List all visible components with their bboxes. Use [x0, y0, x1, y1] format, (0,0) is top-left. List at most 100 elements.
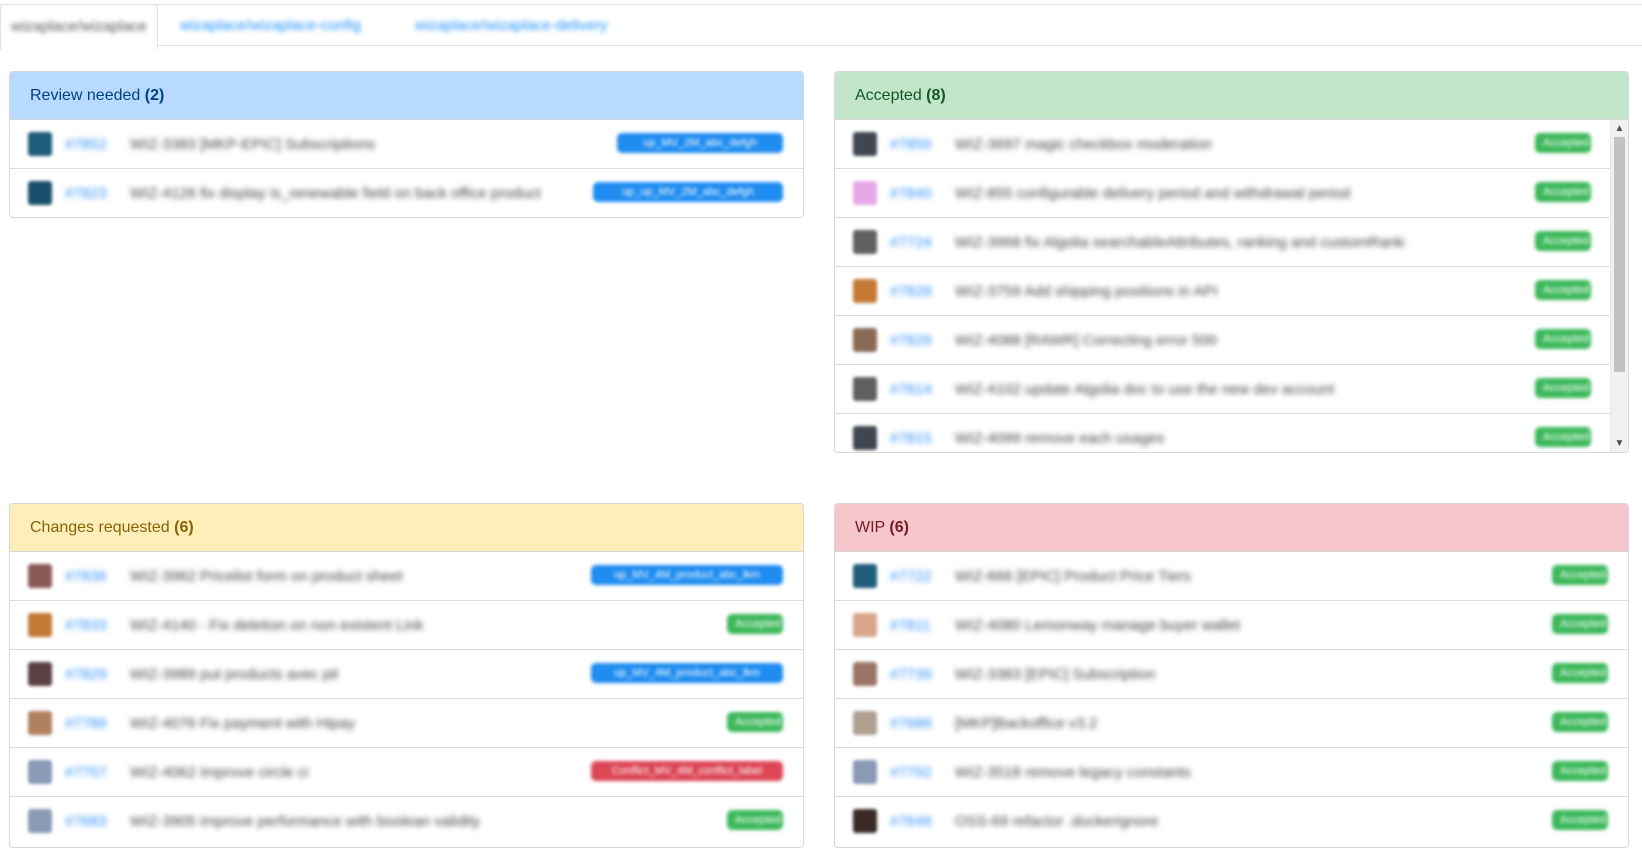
status-badge: Conflict_MV_4M_conflict_label	[591, 761, 783, 781]
pr-row[interactable]: #7792 WIZ-3518 remove legacy constants Acc…	[835, 748, 1628, 797]
panel-review-needed: Review needed (2) #7852 WIZ-3383 [MKP-EPI…	[9, 71, 804, 218]
pr-list: #7852 WIZ-3383 [MKP-EPIC] Subscriptions up…	[10, 120, 803, 217]
status-badge: up_MV_4M_product_abc_lkm	[591, 663, 783, 683]
pr-title: WIZ-4126 fix display is_renewable field …	[130, 185, 541, 202]
pr-number-link[interactable]: #7836	[65, 552, 107, 601]
pr-title: WIZ-3759 Add shipping positions in API	[955, 283, 1218, 300]
pr-number-link[interactable]: #7724	[890, 218, 932, 267]
avatar	[853, 279, 877, 303]
avatar	[28, 760, 52, 784]
pr-row[interactable]: #7739 WIZ-3383 [EPIC] Subscription Accepte…	[835, 650, 1628, 699]
pr-row[interactable]: #7757 WIZ-4062 Improve circle ci Conflict_…	[10, 748, 803, 797]
pr-list: #7836 WIZ-3962 Pricelist form on product …	[10, 552, 803, 846]
pr-row[interactable]: #7850 WIZ-3697 magic checkbox moderation A…	[835, 120, 1628, 169]
pr-number-link[interactable]: #7833	[65, 601, 107, 650]
pr-title: WIZ-3518 remove legacy constants	[955, 764, 1191, 781]
pr-row[interactable]: #7814 WIZ-4102 update Algolia doc to use …	[835, 365, 1628, 414]
pr-title: WIZ-4080 Lemonway manage buyer wallet	[955, 617, 1241, 634]
avatar	[853, 377, 877, 401]
pr-number-link[interactable]: #7757	[65, 748, 107, 797]
pr-title: WIZ-4099 remove each usages	[955, 430, 1165, 447]
status-badge: Accepted	[1552, 761, 1608, 781]
panel-count: (6)	[889, 519, 909, 536]
pr-title: WIZ-4076 Fix payment with Hipay	[130, 715, 356, 732]
vertical-scrollbar[interactable]: ▲ ▼	[1610, 120, 1628, 452]
scroll-up-arrow-icon[interactable]: ▲	[1611, 120, 1628, 137]
scroll-area[interactable]: #7850 WIZ-3697 magic checkbox moderation A…	[835, 120, 1628, 452]
status-badge: Accepted	[1535, 182, 1591, 202]
pr-row[interactable]: #7840 WIZ-855 configurable delivery perio…	[835, 169, 1628, 218]
pr-title: WIZ-4088 [RAWR] Correcting error 500	[955, 332, 1218, 349]
status-badge: Accepted	[727, 712, 783, 732]
avatar	[853, 809, 877, 833]
pr-row[interactable]: #7722 WIZ-666 [EPIC] Product Price Tiers A…	[835, 552, 1628, 601]
pr-number-link[interactable]: #7829	[890, 316, 932, 365]
panel-title: Accepted	[855, 87, 922, 104]
pr-title: WIZ-3905 improve performance with boolea…	[130, 813, 481, 830]
pr-title: WIZ-4062 Improve circle ci	[130, 764, 309, 781]
panel-accepted: Accepted (8) #7850 WIZ-3697 magic checkbo…	[834, 71, 1629, 453]
pr-title: OSS-69 refactor .dockerignore	[955, 813, 1159, 830]
status-badge: Accepted	[1552, 712, 1608, 732]
pr-row[interactable]: #7724 WIZ-3968 fix Algolia searchableAttr…	[835, 218, 1628, 267]
pr-row[interactable]: #7823 WIZ-4126 fix display is_renewable f…	[10, 169, 803, 217]
panel-count: (6)	[174, 519, 194, 536]
status-badge: up_up_MV_2M_abc_defgh	[593, 182, 783, 202]
pr-row[interactable]: #7833 WIZ-4140 - Fix deletion on non exis…	[10, 601, 803, 650]
panel-header: Review needed (2)	[10, 72, 803, 120]
status-badge: Accepted	[1535, 427, 1591, 447]
status-badge: Accepted	[1535, 378, 1591, 398]
status-badge: Accepted	[727, 614, 783, 634]
pr-row[interactable]: #7646 OSS-69 refactor .dockerignore Accept…	[835, 797, 1628, 846]
avatar	[853, 760, 877, 784]
pr-row[interactable]: #7828 WIZ-3759 Add shipping positions in …	[835, 267, 1628, 316]
panel-wip: WIP (6) #7722 WIZ-666 [EPIC] Product Pric…	[834, 503, 1629, 848]
scrollbar-thumb[interactable]	[1614, 137, 1625, 372]
tab-wizaplace[interactable]: wizaplace/wizaplace	[0, 4, 158, 50]
pr-title: WIZ-3383 [EPIC] Subscription	[955, 666, 1156, 683]
pr-title: [MKP]Backoffice v3.2	[955, 715, 1098, 732]
pr-number-link[interactable]: #7823	[65, 169, 107, 217]
pr-row[interactable]: #7683 WIZ-3905 improve performance with b…	[10, 797, 803, 846]
pr-row[interactable]: #7829 WIZ-3989 put products avec pit up_MV…	[10, 650, 803, 699]
pr-title: WIZ-3968 fix Algolia searchableAttribute…	[955, 234, 1405, 251]
pr-number-link[interactable]: #7686	[890, 699, 932, 748]
pr-number-link[interactable]: #7739	[890, 650, 932, 699]
avatar	[28, 132, 52, 156]
status-badge: Accepted	[1552, 810, 1608, 830]
pr-number-link[interactable]: #7815	[890, 414, 932, 452]
pr-number-link[interactable]: #7814	[890, 365, 932, 414]
pr-row[interactable]: #7836 WIZ-3962 Pricelist form on product …	[10, 552, 803, 601]
pr-row[interactable]: #7686 [MKP]Backoffice v3.2 Accepted	[835, 699, 1628, 748]
status-badge: up_MV_4M_product_abc_lkm	[591, 565, 783, 585]
tab-wizaplace-delivery[interactable]: wizaplace/wizaplace-delivery	[405, 4, 618, 48]
pr-number-link[interactable]: #7852	[65, 120, 107, 169]
avatar	[853, 230, 877, 254]
avatar	[853, 328, 877, 352]
scroll-down-arrow-icon[interactable]: ▼	[1611, 435, 1628, 452]
pr-row[interactable]: #7852 WIZ-3383 [MKP-EPIC] Subscriptions up…	[10, 120, 803, 169]
pr-number-link[interactable]: #7722	[890, 552, 932, 601]
pr-number-link[interactable]: #7792	[890, 748, 932, 797]
panel-title: Changes requested	[30, 519, 170, 536]
pr-number-link[interactable]: #7829	[65, 650, 107, 699]
status-badge: Accepted	[1535, 329, 1591, 349]
pr-number-link[interactable]: #7811	[890, 601, 931, 650]
panel-header: WIP (6)	[835, 504, 1628, 552]
pr-number-link[interactable]: #7850	[890, 120, 932, 169]
pr-number-link[interactable]: #7786	[65, 699, 107, 748]
pr-row[interactable]: #7829 WIZ-4088 [RAWR] Correcting error 50…	[835, 316, 1628, 365]
tab-wizaplace-config[interactable]: wizaplace/wizaplace-config	[170, 4, 371, 48]
pr-row[interactable]: #7786 WIZ-4076 Fix payment with Hipay Acce…	[10, 699, 803, 748]
pr-row[interactable]: #7815 WIZ-4099 remove each usages Accepted	[835, 414, 1628, 452]
pr-number-link[interactable]: #7646	[890, 797, 932, 846]
pr-number-link[interactable]: #7840	[890, 169, 932, 218]
pr-row[interactable]: #7811 WIZ-4080 Lemonway manage buyer wall…	[835, 601, 1628, 650]
status-badge: Accepted	[1535, 133, 1591, 153]
avatar	[853, 132, 877, 156]
pr-number-link[interactable]: #7828	[890, 267, 932, 316]
pr-title: WIZ-4140 - Fix deletion on non existent …	[130, 617, 424, 634]
avatar	[853, 426, 877, 450]
pr-number-link[interactable]: #7683	[65, 797, 107, 846]
status-badge: Accepted	[1535, 231, 1591, 251]
